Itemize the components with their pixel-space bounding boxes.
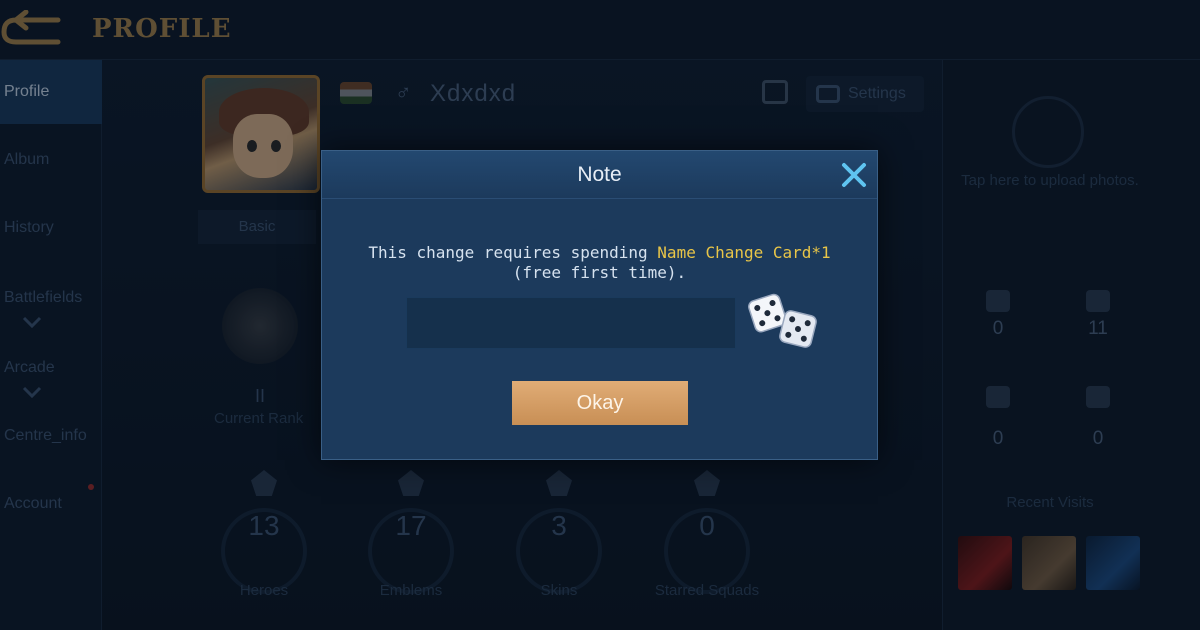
message-text: (free first time). [512,263,687,282]
message-highlight: Name Change Card*1 [657,243,831,262]
close-icon[interactable] [838,159,870,191]
dice-icon[interactable] [746,289,822,355]
note-dialog: Note This change requires spending Name … [321,150,878,460]
dialog-header: Note [322,151,877,199]
message-text: This change requires spending [368,243,658,262]
okay-button[interactable]: Okay [512,381,688,425]
dialog-title: Note [577,163,622,186]
dialog-message: This change requires spending Name Chang… [352,243,847,283]
name-input[interactable] [406,297,736,349]
